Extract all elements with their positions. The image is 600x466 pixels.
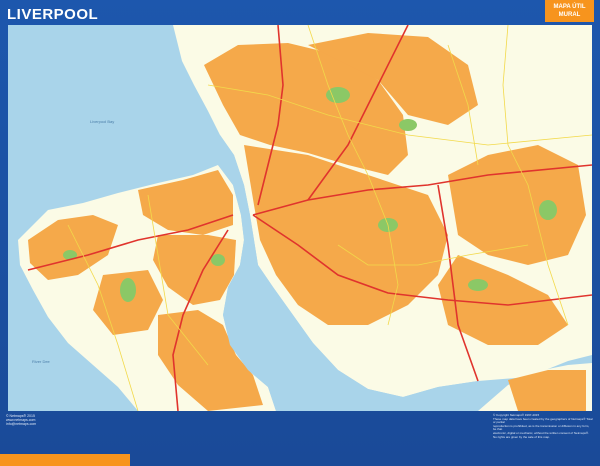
park-6 (468, 279, 488, 291)
estuary-label: River Dee (32, 359, 51, 364)
sea-label: Liverpool Bay (90, 119, 114, 124)
street-map[interactable]: Liverpool Bay River Dee (8, 25, 592, 411)
park-3 (539, 200, 557, 220)
park-5 (211, 254, 225, 266)
footer-legal: © Copyright Netmaps® 1997-2015 These map… (493, 414, 593, 439)
product-badge: MAPA ÚTIL MURAL (545, 0, 594, 22)
footer-credits: © Netmaps® 2015 www.netmaps.com info@net… (6, 414, 36, 426)
badge-line-2: MURAL (545, 11, 594, 19)
park-8 (399, 119, 417, 131)
badge-line-1: MAPA ÚTIL (545, 3, 594, 11)
accent-bar (0, 454, 130, 466)
park-4 (120, 278, 136, 302)
map-canvas: Liverpool Bay River Dee (8, 25, 592, 411)
legal-line-5: No rights are given by the sale of this … (493, 436, 593, 440)
footer-email[interactable]: info@netmaps.com (6, 422, 36, 426)
map-title: LIVERPOOL (7, 6, 98, 23)
